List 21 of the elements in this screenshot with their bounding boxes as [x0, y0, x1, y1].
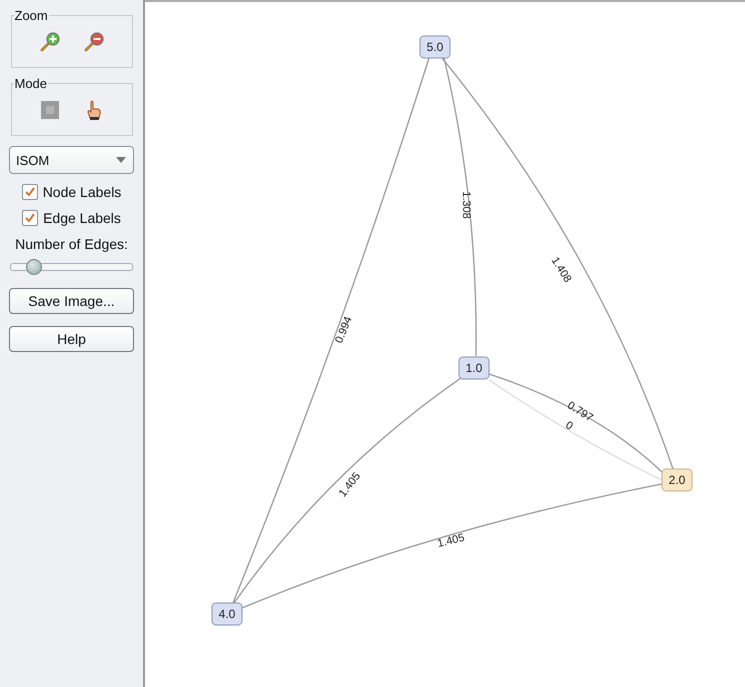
group-title: Mode [14, 76, 48, 91]
slider-label: Number of Edges: [15, 236, 128, 252]
slider-thumb[interactable] [26, 259, 42, 275]
edge-label: 0.994 [333, 314, 355, 345]
edge-label: 0 [563, 419, 575, 433]
graph-node[interactable]: 2.0 [662, 468, 692, 492]
edges-slider[interactable] [10, 258, 133, 276]
graph-node[interactable]: 1.0 [458, 356, 490, 380]
group-title: Zoom [14, 8, 49, 23]
graph-node[interactable]: 5.0 [420, 36, 450, 58]
edge-label: 1.405 [436, 532, 466, 550]
edge-label: 1.308 [460, 191, 472, 219]
checkbox[interactable] [22, 184, 38, 200]
help-button[interactable]: Help [9, 326, 134, 352]
checkbox-label: Node Labels [42, 184, 122, 200]
checkbox-label: Edge Labels [43, 210, 121, 226]
checkbox[interactable] [22, 210, 38, 226]
layout-dropdown[interactable]: ISOM [9, 146, 134, 174]
caret-icon [116, 157, 126, 163]
save-image-button[interactable]: Save Image... [9, 288, 134, 314]
graph-node[interactable]: 4.0 [212, 602, 242, 626]
